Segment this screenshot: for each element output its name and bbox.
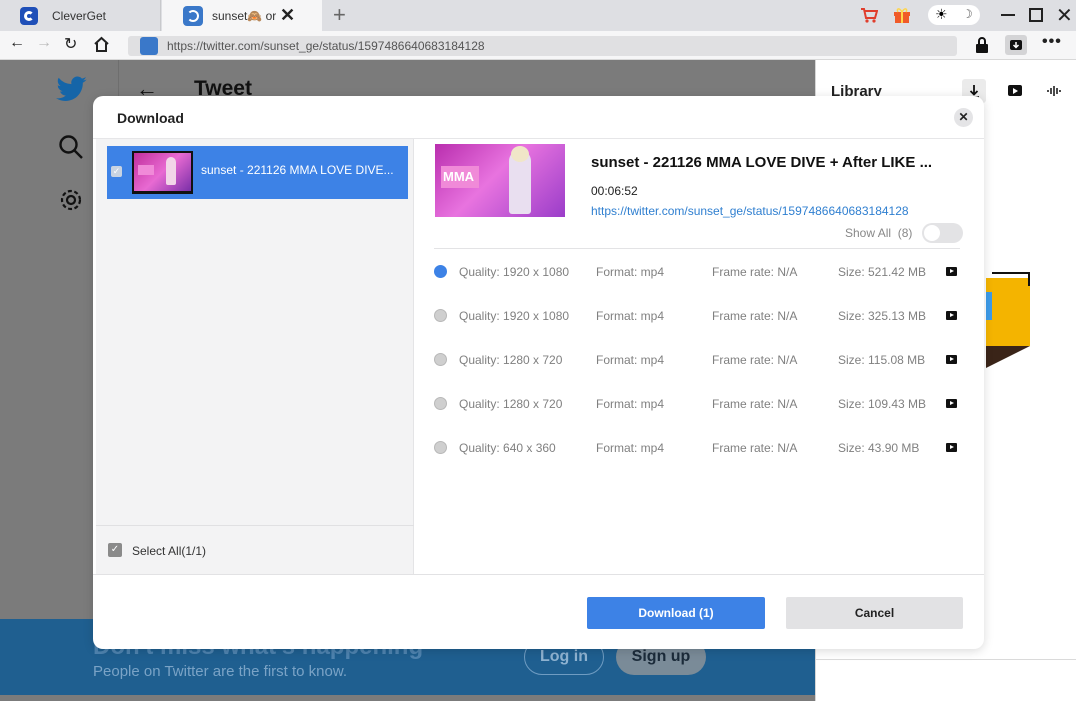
thumbnail-label: MMA xyxy=(443,169,475,184)
options-divider xyxy=(434,248,960,249)
theme-toggle[interactable]: ☀ ☽ xyxy=(928,5,980,25)
settings-gear-icon[interactable] xyxy=(58,187,84,213)
tab-bar: CleverGet sunset🙈 or ✕ + ☀ ☽ ✕ xyxy=(0,0,1076,31)
item-thumbnail xyxy=(132,151,193,194)
gift-icon[interactable] xyxy=(893,6,911,24)
option-radio[interactable] xyxy=(434,397,447,410)
new-tab-icon[interactable]: + xyxy=(333,4,346,26)
option-size: Size: 115.08 MB xyxy=(838,353,926,367)
option-size: Size: 109.43 MB xyxy=(838,397,927,411)
option-frame-rate: Frame rate: N/A xyxy=(712,353,798,367)
preview-play-icon[interactable] xyxy=(946,399,957,408)
option-format: Format: mp4 xyxy=(596,397,665,411)
select-all-checkbox[interactable]: ✓ xyxy=(108,543,122,557)
moon-icon: ☽ xyxy=(962,7,973,21)
forward-icon[interactable]: → xyxy=(36,34,52,52)
url-field[interactable]: https://twitter.com/sunset_ge/status/159… xyxy=(128,36,957,56)
option-row[interactable]: Quality: 1920 x 1080 Format: mp4 Frame r… xyxy=(434,306,960,326)
tweet-header-divider xyxy=(118,60,119,100)
item-title: sunset - 221126 MMA LOVE DIVE... xyxy=(201,163,394,177)
option-row[interactable]: Quality: 1280 x 720 Format: mp4 Frame ra… xyxy=(434,394,960,414)
dialog-footer: Download (1) Cancel xyxy=(93,574,984,649)
library-video-tab-icon[interactable] xyxy=(1008,85,1022,96)
option-size: Size: 521.42 MB xyxy=(838,265,927,279)
address-bar: ← → ↻ https://twitter.com/sunset_ge/stat… xyxy=(0,31,1076,60)
dialog-title: Download xyxy=(117,110,184,126)
option-row[interactable]: Quality: 1920 x 1080 Format: mp4 Frame r… xyxy=(434,262,960,282)
option-format: Format: mp4 xyxy=(596,309,665,323)
preview-play-icon[interactable] xyxy=(946,311,957,320)
preview-play-icon[interactable] xyxy=(946,443,957,452)
tab-cleverget[interactable]: CleverGet xyxy=(0,0,161,31)
lock-icon[interactable] xyxy=(975,37,989,54)
video-title: sunset - 221126 MMA LOVE DIVE + After LI… xyxy=(591,154,933,171)
download-button[interactable]: Download (1) xyxy=(587,597,765,629)
video-list-pane: ✓ sunset - 221126 MMA LOVE DIVE... ✓ Sel… xyxy=(96,139,414,574)
sun-icon: ☀ xyxy=(935,6,948,22)
select-all-label[interactable]: Select All(1/1) xyxy=(132,544,206,558)
option-quality: Quality: 1920 x 1080 xyxy=(459,265,570,279)
option-radio[interactable] xyxy=(434,353,447,366)
option-row[interactable]: Quality: 1280 x 720 Format: mp4 Frame ra… xyxy=(434,350,960,370)
dialog-close-button[interactable]: ✕ xyxy=(954,108,973,127)
twitter-logo-icon[interactable] xyxy=(56,76,88,103)
option-frame-rate: Frame rate: N/A xyxy=(712,397,798,411)
option-radio[interactable] xyxy=(434,441,447,454)
option-row[interactable]: Quality: 640 x 360 Format: mp4 Frame rat… xyxy=(434,438,960,458)
tab-active[interactable]: sunset🙈 or ✕ xyxy=(162,0,322,31)
close-window-icon[interactable]: ✕ xyxy=(1056,3,1073,28)
option-quality: Quality: 1280 x 720 xyxy=(459,353,563,367)
show-all-label: Show All (8) xyxy=(845,226,913,240)
video-url-link[interactable]: https://twitter.com/sunset_ge/status/159… xyxy=(591,204,909,218)
site-favicon-icon xyxy=(140,37,158,55)
close-tab-icon[interactable]: ✕ xyxy=(280,5,295,26)
option-frame-rate: Frame rate: N/A xyxy=(712,441,798,455)
back-icon[interactable]: ← xyxy=(9,34,25,52)
banner-subtitle: People on Twitter are the first to know. xyxy=(93,663,348,680)
video-thumbnail: MMA xyxy=(435,144,565,217)
video-duration: 00:06:52 xyxy=(591,184,638,198)
maximize-icon[interactable] xyxy=(1029,8,1043,22)
library-illustration xyxy=(986,272,1030,368)
tab-label: sunset🙈 or xyxy=(212,8,276,23)
explore-search-icon[interactable] xyxy=(58,134,84,160)
panel-divider xyxy=(816,659,1076,660)
option-radio[interactable] xyxy=(434,265,447,278)
more-options-icon[interactable]: ••• xyxy=(1042,33,1062,51)
preview-play-icon[interactable] xyxy=(946,355,957,364)
library-audio-tab-icon[interactable] xyxy=(1047,85,1061,97)
download-dialog: Download ✕ ✓ sunset - 221126 MMA LOVE DI… xyxy=(93,96,984,649)
video-list-item[interactable]: ✓ sunset - 221126 MMA LOVE DIVE... xyxy=(107,146,408,199)
cleverget-logo-icon xyxy=(20,6,38,25)
option-size: Size: 325.13 MB xyxy=(838,309,927,323)
download-extension-icon[interactable] xyxy=(1005,35,1027,55)
option-quality: Quality: 640 x 360 xyxy=(459,441,556,455)
option-format: Format: mp4 xyxy=(596,265,665,279)
home-icon[interactable] xyxy=(93,36,110,52)
option-size: Size: 43.90 MB xyxy=(838,441,920,455)
option-quality: Quality: 1280 x 720 xyxy=(459,397,563,411)
show-all-toggle[interactable] xyxy=(922,223,963,243)
item-checkbox[interactable]: ✓ xyxy=(111,166,122,177)
cart-icon[interactable] xyxy=(860,7,878,24)
option-format: Format: mp4 xyxy=(596,441,665,455)
preview-play-icon[interactable] xyxy=(946,267,957,276)
tab-label: CleverGet xyxy=(52,8,107,23)
refresh-favicon-icon xyxy=(183,5,203,26)
reload-icon[interactable]: ↻ xyxy=(64,34,77,54)
minimize-icon[interactable] xyxy=(1001,14,1015,16)
option-radio[interactable] xyxy=(434,309,447,322)
option-quality: Quality: 1920 x 1080 xyxy=(459,309,570,323)
cancel-button[interactable]: Cancel xyxy=(786,597,963,629)
option-frame-rate: Frame rate: N/A xyxy=(712,265,798,279)
url-text: https://twitter.com/sunset_ge/status/159… xyxy=(167,39,485,53)
option-format: Format: mp4 xyxy=(596,353,665,367)
left-pane-divider xyxy=(96,525,414,526)
option-frame-rate: Frame rate: N/A xyxy=(712,309,798,323)
